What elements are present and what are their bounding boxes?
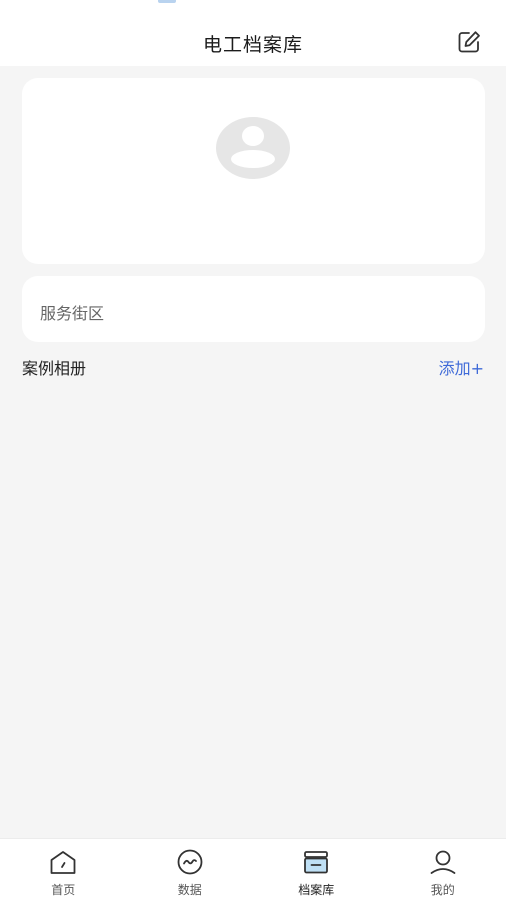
top-header: 电工档案库 bbox=[0, 0, 506, 66]
tab-archive[interactable]: 档案库 bbox=[253, 839, 380, 900]
tab-data[interactable]: 数据 bbox=[127, 839, 254, 900]
add-case-button[interactable]: 添加+ bbox=[439, 355, 484, 379]
tab-home[interactable]: 首页 bbox=[0, 839, 127, 900]
service-district-label: 服务街区 bbox=[40, 304, 105, 323]
archive-box-icon bbox=[304, 851, 329, 874]
tab-data-label: 数据 bbox=[177, 883, 202, 897]
tab-mine-label: 我的 bbox=[430, 883, 455, 897]
edit-icon bbox=[458, 31, 480, 53]
user-icon bbox=[430, 850, 456, 874]
home-icon bbox=[50, 851, 76, 874]
bottom-tab-bar: 首页 数据 档案库 我的 bbox=[0, 838, 506, 900]
status-indicator bbox=[158, 0, 176, 3]
tab-home-label: 首页 bbox=[51, 883, 76, 897]
data-chart-icon bbox=[177, 849, 203, 875]
case-album-title: 案例相册 bbox=[22, 359, 87, 378]
tab-mine[interactable]: 我的 bbox=[380, 839, 506, 900]
avatar-placeholder-icon bbox=[216, 117, 290, 179]
page-title: 电工档案库 bbox=[202, 34, 303, 56]
profile-photo-card[interactable] bbox=[22, 78, 485, 264]
edit-button[interactable] bbox=[452, 26, 486, 58]
tab-archive-label: 档案库 bbox=[298, 883, 335, 897]
archive-page: 电工档案库 服务街区 案例相册 添加+ 首页 数据 档案库 我的 bbox=[0, 0, 506, 900]
service-district-card[interactable]: 服务街区 bbox=[22, 276, 485, 342]
